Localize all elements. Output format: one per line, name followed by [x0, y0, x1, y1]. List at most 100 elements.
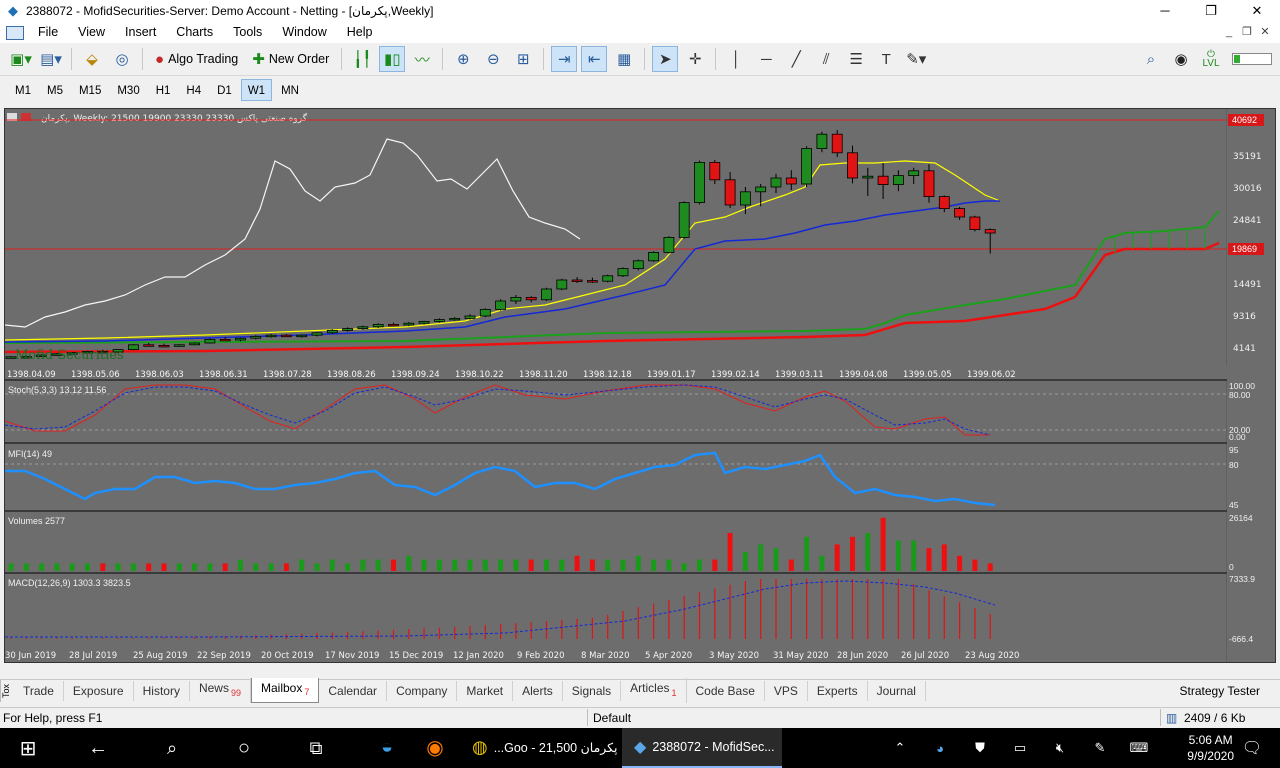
tab-articles[interactable]: Articles 1	[621, 678, 687, 703]
candle[interactable]	[204, 338, 216, 344]
candle[interactable]	[908, 170, 920, 176]
market-watch-icon[interactable]: ⬙	[79, 46, 105, 72]
volume-muted-icon[interactable]: 🔇︎	[1046, 728, 1074, 768]
candle[interactable]	[770, 177, 782, 188]
timeframe-h4[interactable]: H4	[179, 79, 208, 101]
candle[interactable]	[755, 186, 767, 193]
network-globe-icon[interactable]: ◕	[926, 728, 954, 768]
candle[interactable]	[984, 229, 996, 234]
candle[interactable]	[372, 323, 384, 328]
menu-insert[interactable]: Insert	[115, 22, 166, 43]
chart-window[interactable]: پکرمان, Weekly: 21500 19900 23330 23330 …	[4, 108, 1276, 663]
candle[interactable]	[587, 280, 598, 283]
equidistant-channel-icon[interactable]: ⫽	[813, 46, 839, 72]
price-chart[interactable]: پکرمان, Weekly: 21500 19900 23330 23330 …	[5, 109, 1275, 662]
windows-start-icon[interactable]: ⊞	[0, 728, 56, 768]
keyboard-icon[interactable]: ⌨	[1124, 728, 1154, 768]
timeframe-m15[interactable]: M15	[72, 79, 108, 101]
child-minimize-button[interactable]: _	[1220, 22, 1238, 43]
candle[interactable]	[250, 335, 262, 339]
candle[interactable]	[128, 344, 139, 351]
search-icon[interactable]: ⌕	[1138, 46, 1164, 72]
candle[interactable]	[969, 216, 981, 230]
signals-icon[interactable]: ◎	[109, 46, 135, 72]
candle[interactable]	[388, 323, 399, 327]
vertical-line-icon[interactable]: │	[723, 46, 749, 72]
menu-charts[interactable]: Charts	[166, 22, 223, 43]
indicators-icon[interactable]: ▦	[611, 46, 637, 72]
candle[interactable]	[265, 334, 277, 338]
candle[interactable]	[143, 344, 155, 347]
tab-alerts[interactable]: Alerts	[513, 680, 563, 701]
firefox-icon[interactable]: ◉	[412, 728, 458, 768]
edge-browser-icon[interactable]: ◒	[364, 728, 410, 768]
algo-trading-button[interactable]: ● Algo Trading	[150, 46, 243, 72]
tab-experts[interactable]: Experts	[808, 680, 868, 701]
shapes-icon[interactable]: ✎▾	[903, 46, 929, 72]
cursor-icon[interactable]: ➤	[652, 46, 679, 72]
candle[interactable]	[479, 308, 491, 317]
candle[interactable]	[877, 175, 889, 185]
candlestick-chart-icon[interactable]: ▮▯	[379, 46, 406, 72]
task-view-icon[interactable]: ⧉	[292, 728, 340, 768]
tile-windows-icon[interactable]: ⊞	[510, 46, 536, 72]
taskbar-chrome-window[interactable]: ◍ ...Goo - 21,500 پکرمان	[460, 728, 620, 768]
candle[interactable]	[893, 175, 904, 185]
candle[interactable]	[342, 328, 354, 331]
lvl-icon[interactable]: ⏻ LVL	[1198, 46, 1224, 72]
timeframe-h1[interactable]: H1	[149, 79, 178, 101]
candle[interactable]	[923, 170, 935, 197]
child-close-button[interactable]: ✕	[1256, 22, 1274, 43]
candle[interactable]	[632, 260, 644, 270]
new-order-button[interactable]: ✚ New Order	[247, 46, 334, 72]
candle[interactable]	[541, 288, 552, 301]
candle[interactable]	[280, 334, 292, 338]
candle[interactable]	[571, 279, 583, 282]
tab-code-base[interactable]: Code Base	[687, 680, 765, 701]
candle[interactable]	[510, 296, 522, 302]
notification-center-icon[interactable]: 🗨︎	[1232, 728, 1272, 768]
candle[interactable]	[862, 175, 874, 179]
tab-news[interactable]: News 99	[190, 678, 251, 703]
menu-window[interactable]: Window	[272, 22, 336, 43]
text-icon[interactable]: T	[873, 46, 899, 72]
menu-file[interactable]: File	[28, 22, 68, 43]
close-button[interactable]: ✕	[1234, 0, 1280, 22]
tab-trade[interactable]: Trade	[14, 680, 64, 701]
candle[interactable]	[357, 326, 369, 330]
new-chart-icon[interactable]: ▣▾	[8, 46, 34, 72]
cortana-icon[interactable]: ○	[220, 728, 268, 768]
tab-exposure[interactable]: Exposure	[64, 680, 134, 701]
back-arrow-icon[interactable]: ←	[74, 728, 122, 768]
taskbar-metatrader-window[interactable]: ◆ 2388072 - MofidSec...	[622, 728, 782, 768]
chart-shift-icon[interactable]: ⇤	[581, 46, 608, 72]
bar-chart-icon[interactable]: ╽╿	[349, 46, 375, 72]
menu-tools[interactable]: Tools	[223, 22, 272, 43]
candle[interactable]	[785, 177, 797, 185]
candle[interactable]	[311, 332, 323, 336]
candle[interactable]	[403, 322, 415, 326]
candle[interactable]	[235, 337, 246, 341]
candle[interactable]	[847, 152, 858, 179]
candle[interactable]	[678, 202, 690, 238]
search-icon[interactable]: ⌕	[148, 728, 196, 768]
child-restore-button[interactable]: ❐	[1238, 22, 1256, 43]
auto-scroll-icon[interactable]: ⇥	[551, 46, 578, 72]
horizontal-line-icon[interactable]: ─	[753, 46, 779, 72]
show-hidden-icons-icon[interactable]: ⌃	[886, 728, 914, 768]
candle[interactable]	[709, 162, 721, 181]
candle[interactable]	[219, 338, 231, 342]
candle[interactable]	[495, 300, 507, 310]
candle[interactable]	[938, 196, 950, 209]
candle[interactable]	[449, 317, 461, 321]
candle[interactable]	[464, 315, 476, 319]
tab-vps[interactable]: VPS	[765, 680, 808, 701]
timeframe-m5[interactable]: M5	[40, 79, 70, 101]
candle[interactable]	[602, 275, 614, 282]
candle[interactable]	[816, 133, 828, 150]
timeframe-w1[interactable]: W1	[240, 79, 273, 101]
timeframe-m30[interactable]: M30	[110, 79, 146, 101]
pen-icon[interactable]: ✎	[1086, 728, 1114, 768]
timeframe-mn[interactable]: MN	[274, 79, 306, 101]
candle[interactable]	[648, 251, 659, 262]
